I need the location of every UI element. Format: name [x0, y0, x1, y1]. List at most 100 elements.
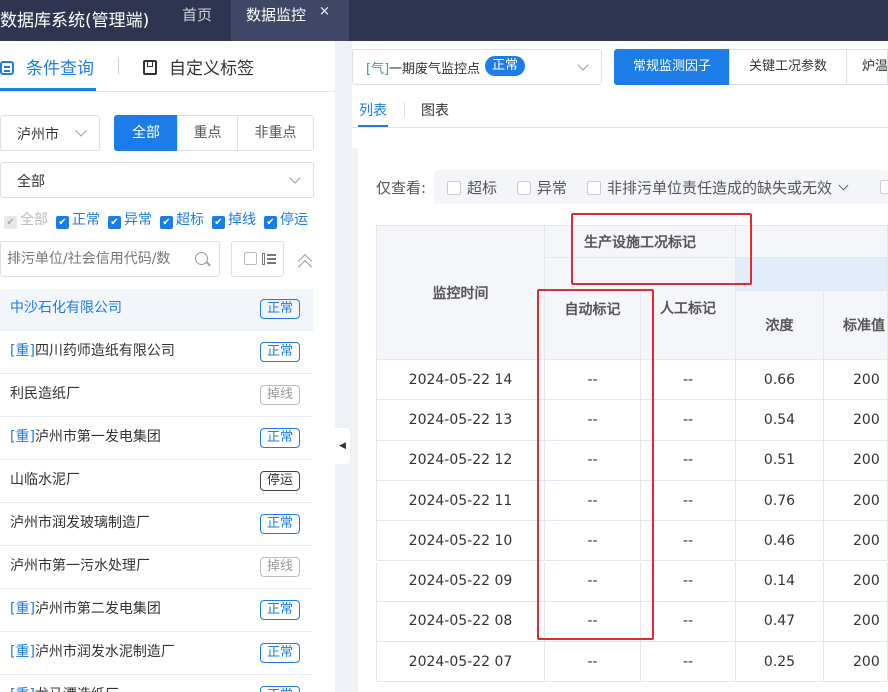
- checkbox-exceed[interactable]: ✔ 超标: [160, 212, 212, 229]
- param-tab-regular-label: 常规监测因子: [632, 59, 711, 74]
- filter-abnormal-label: 异常: [537, 179, 568, 197]
- org-status-badge: 正常: [260, 342, 301, 362]
- segment-all[interactable]: 全部: [114, 115, 178, 151]
- cell-manual: --: [641, 601, 736, 643]
- top-bar: 数据库系统(管理端) 首页 数据监控 ×: [0, 0, 888, 41]
- view-tab-chart[interactable]: 图表: [421, 100, 449, 120]
- filter-exceed-checkbox[interactable]: [447, 181, 461, 195]
- checkbox-check-icon: ✔: [160, 216, 173, 229]
- view-tab-chart-label: 图表: [421, 103, 449, 119]
- segment-key[interactable]: 重点: [177, 115, 238, 151]
- org-name: 泸州市第二发电集团: [34, 601, 161, 617]
- cell-manual: --: [641, 561, 736, 602]
- org-name: 泸州市第一发电集团: [34, 429, 161, 445]
- filter-abnormal-checkbox[interactable]: [517, 181, 531, 195]
- param-tab-regular[interactable]: 常规监测因子: [614, 49, 730, 85]
- checkbox-abnormal-label: 异常: [124, 212, 152, 228]
- col-header-time: 监控时间: [376, 225, 545, 360]
- filter-missing-checkbox[interactable]: [587, 181, 601, 195]
- segment-all-label: 全部: [132, 125, 160, 141]
- org-key-mark: [重]: [10, 429, 35, 445]
- cell-time: 2024-05-22 13: [376, 400, 545, 441]
- search-icon[interactable]: [195, 252, 211, 267]
- tab-condition-query[interactable]: 条件查询: [0, 54, 94, 79]
- org-list-item[interactable]: 泸州市润发玻璃制造厂 正常: [0, 504, 313, 546]
- cell-time: 2024-05-22 10: [376, 521, 545, 562]
- checkbox-stopped[interactable]: ✔ 停运: [264, 212, 308, 229]
- view-tab-list[interactable]: 列表: [359, 100, 387, 120]
- filter-abnormal[interactable]: 异常: [517, 177, 567, 198]
- select-all-toggle[interactable]: [231, 241, 284, 277]
- cell-auto: --: [545, 642, 641, 683]
- org-list-item[interactable]: 山临水泥厂 停运: [0, 461, 313, 503]
- cell-time: 2024-05-22 12: [376, 440, 545, 481]
- category-select[interactable]: 全部: [0, 162, 314, 198]
- cell-time: 2024-05-22 14: [376, 360, 545, 401]
- org-status-badge: 正常: [260, 299, 301, 319]
- checkbox-all-label: 全部: [20, 212, 48, 228]
- cell-std: 200: [824, 601, 888, 643]
- checkbox-check-icon: ✔: [212, 216, 225, 229]
- org-list-item[interactable]: [重]四川药师造纸有限公司 正常: [0, 332, 313, 374]
- filter-exceed[interactable]: 超标: [447, 177, 497, 198]
- org-list-item[interactable]: [重]龙马潭造纸厂 正常: [0, 676, 313, 692]
- city-select[interactable]: 泸州市: [0, 115, 100, 151]
- org-status-badge: 掉线: [260, 385, 301, 405]
- point-status-badge: 正常: [485, 56, 526, 76]
- close-icon[interactable]: ×: [319, 0, 330, 27]
- cell-std: 200: [824, 521, 888, 562]
- point-type-prefix: [气]: [366, 62, 390, 77]
- filter-more-checkbox[interactable]: [880, 180, 888, 194]
- tab-home[interactable]: 首页: [163, 0, 231, 41]
- bookmark-icon: [143, 60, 157, 75]
- checkbox-offline-label: 掉线: [228, 212, 256, 228]
- city-select-value: 泸州市: [17, 127, 59, 143]
- view-tab-list-label: 列表: [359, 103, 387, 119]
- checkbox-normal[interactable]: ✔ 正常: [56, 212, 108, 229]
- cell-manual: --: [641, 360, 736, 401]
- org-key-mark: [重]: [10, 343, 35, 359]
- tab-custom-tags[interactable]: 自定义标签: [143, 54, 254, 79]
- cell-auto: --: [545, 360, 641, 401]
- collapse-sidebar-button[interactable]: ◀: [335, 428, 350, 464]
- org-list-item[interactable]: [重]泸州市第二发电集团 正常: [0, 590, 313, 632]
- param-tab-key-conditions[interactable]: 关键工况参数: [729, 49, 847, 85]
- org-list-item[interactable]: 利民造纸厂 掉线: [0, 375, 313, 417]
- org-search-box: [0, 241, 220, 277]
- cell-manual: --: [641, 642, 736, 683]
- monitoring-point-select[interactable]: [气] 一期废气监控点 正常: [352, 49, 602, 85]
- org-name: 泸州市润发水泥制造厂: [34, 644, 175, 660]
- org-status-badge: 正常: [260, 686, 301, 692]
- checkbox-offline[interactable]: ✔ 掉线: [212, 212, 264, 229]
- checkbox-all[interactable]: ✔ 全部: [4, 212, 56, 229]
- view-tabs-divider: [352, 127, 888, 128]
- org-status-badge: 正常: [260, 428, 301, 448]
- tab-condition-query-label: 条件查询: [26, 59, 94, 79]
- cell-auto: --: [545, 480, 641, 522]
- select-all-checkbox[interactable]: [244, 252, 257, 265]
- filter-missing[interactable]: 非排污单位责任造成的缺失或无效: [587, 177, 849, 198]
- org-list-item[interactable]: 泸州市第一污水处理厂 掉线: [0, 547, 313, 589]
- col-header-auto-label: 自动标记: [564, 302, 621, 318]
- segment-non-key[interactable]: 非重点: [237, 115, 314, 151]
- col-header-auto: 自动标记: [545, 291, 641, 360]
- chevron-down-icon: [577, 59, 589, 71]
- filter-label: 仅查看:: [376, 179, 427, 197]
- tab-data-monitor[interactable]: 数据监控 ×: [231, 0, 349, 41]
- checkbox-abnormal[interactable]: ✔ 异常: [108, 212, 160, 229]
- org-status-badge: 正常: [260, 514, 301, 534]
- param-tab-furnace-label: 炉温: [862, 59, 888, 74]
- chevron-left-icon: ◀: [339, 441, 346, 451]
- org-list-item[interactable]: 中沙石化有限公司 正常: [0, 289, 313, 331]
- org-name: 泸州市润发玻璃制造厂: [10, 515, 150, 531]
- checkbox-stopped-label: 停运: [280, 212, 308, 228]
- cell-conc: 0.47: [736, 601, 824, 643]
- col-header-std: 标准值: [824, 291, 888, 360]
- segment-key-label: 重点: [193, 125, 222, 141]
- org-search-input[interactable]: [7, 249, 189, 269]
- org-list-item[interactable]: [重]泸州市润发水泥制造厂 正常: [0, 633, 313, 675]
- org-list-item[interactable]: [重]泸州市第一发电集团 正常: [0, 418, 313, 460]
- cell-time: 2024-05-22 08: [376, 601, 545, 643]
- cell-manual: --: [641, 480, 736, 522]
- param-tab-furnace[interactable]: 炉温: [846, 49, 888, 85]
